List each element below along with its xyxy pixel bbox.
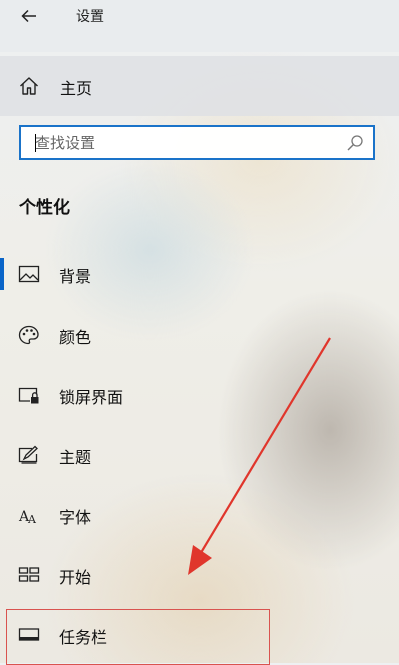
svg-text:A: A xyxy=(27,513,37,525)
back-button[interactable] xyxy=(12,2,46,30)
font-icon: A A xyxy=(18,509,37,525)
home-nav-item[interactable]: 主页 xyxy=(0,56,399,116)
highlight-box xyxy=(6,609,270,665)
back-arrow-icon xyxy=(21,9,36,23)
start-icon xyxy=(18,567,40,582)
selected-indicator xyxy=(0,258,4,290)
palette-icon xyxy=(18,325,39,345)
nav-item-label: 主题 xyxy=(59,448,92,467)
nav-item-start[interactable]: 开始 xyxy=(0,551,399,599)
nav-item-font[interactable]: A A 字体 xyxy=(0,491,399,539)
nav-item-label: 锁屏界面 xyxy=(59,388,124,407)
nav-item-theme[interactable]: 主题 xyxy=(0,431,399,479)
title-bar: 设置 xyxy=(0,0,399,52)
nav-item-label: 字体 xyxy=(59,508,92,527)
nav-item-color[interactable]: 颜色 xyxy=(0,311,399,359)
home-icon xyxy=(20,77,38,95)
section-title: 个性化 xyxy=(19,198,70,218)
nav-item-label: 开始 xyxy=(59,568,92,587)
search-icon[interactable] xyxy=(346,134,364,152)
nav-item-label: 背景 xyxy=(59,267,92,286)
theme-icon xyxy=(18,445,38,464)
search-input[interactable] xyxy=(35,131,335,155)
nav-item-background[interactable]: 背景 xyxy=(0,250,399,298)
nav-item-label: 颜色 xyxy=(59,328,92,347)
window-title: 设置 xyxy=(76,9,104,25)
search-box[interactable] xyxy=(19,125,375,160)
nav-item-lock-screen[interactable]: 锁屏界面 xyxy=(0,371,399,419)
image-icon xyxy=(18,265,40,283)
lock-screen-icon xyxy=(18,387,39,404)
home-label: 主页 xyxy=(60,79,93,98)
